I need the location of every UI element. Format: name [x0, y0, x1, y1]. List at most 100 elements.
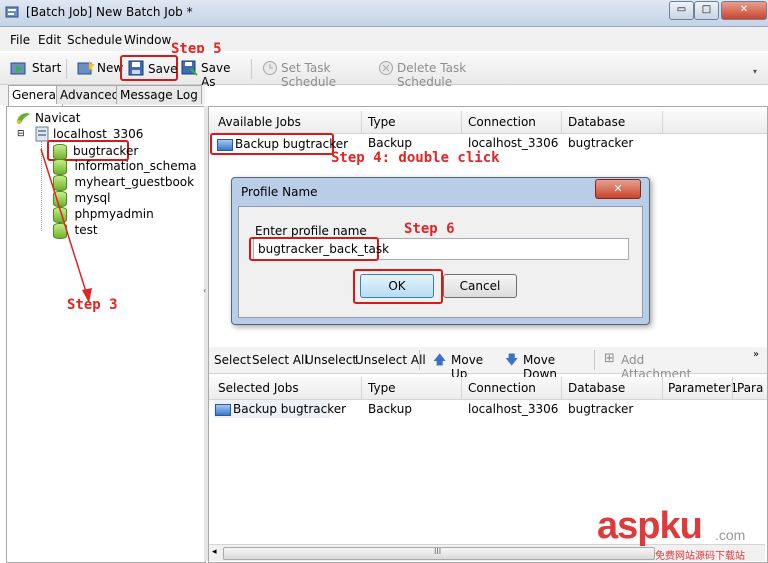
profile-name-value-highlight[interactable]: bugtracker_back_task: [249, 237, 389, 261]
header-connection[interactable]: Connection: [468, 115, 536, 129]
header-separator: [662, 377, 663, 399]
selected-jobs-header: Selected Jobs Type Connection Database P…: [209, 377, 767, 400]
menu-bar: File Edit Schedule Window: [0, 27, 768, 51]
save-icon: [128, 60, 144, 76]
step3-arrow: [40, 148, 92, 303]
toolbar-separator: [419, 350, 420, 370]
arrow-down-icon: 🡇: [505, 353, 519, 368]
header-parameter1[interactable]: Parameter1: [668, 381, 738, 395]
delete-clock-icon: [379, 61, 393, 75]
header-connection[interactable]: Connection: [468, 381, 536, 395]
menu-schedule[interactable]: Schedule: [67, 33, 122, 47]
selected-job-type: Backup: [368, 402, 412, 416]
dialog-close-button[interactable]: ✕: [595, 179, 641, 199]
toolbar-separator: [66, 59, 67, 79]
toolbar: Start New Save Save As Set Task Schedule…: [0, 53, 768, 89]
scroll-left-icon[interactable]: ◂: [212, 547, 217, 557]
aspku-watermark-logo: aspku .com 免费网站源码下载站: [597, 505, 767, 562]
menu-edit[interactable]: Edit: [38, 33, 61, 47]
step4-annotation: Step 4: double click: [331, 150, 500, 166]
batch-job-icon: [5, 6, 19, 18]
backup-job-icon: [217, 138, 233, 151]
header-separator: [561, 377, 562, 399]
delete-task-schedule-button[interactable]: Delete Task Schedule: [378, 59, 503, 89]
toolbar-separator: [251, 59, 252, 79]
close-button[interactable]: ✕: [721, 1, 767, 20]
tab-general[interactable]: General: [8, 85, 64, 106]
scroll-grip: III: [434, 547, 442, 556]
profile-name-label: Enter profile name: [255, 224, 367, 238]
splitter-arrow-icon: ‹: [203, 286, 207, 295]
ok-button[interactable]: OK: [360, 274, 434, 298]
header-type[interactable]: Type: [368, 381, 396, 395]
dialog-title: Profile Name: [241, 185, 318, 199]
header-database[interactable]: Database: [568, 115, 625, 129]
header-separator: [662, 111, 663, 133]
tree-root[interactable]: Navicat: [35, 111, 80, 125]
profile-name-value: bugtracker_back_task: [258, 242, 390, 256]
clock-icon: [263, 61, 277, 75]
header-separator: [461, 377, 462, 399]
batch-toolbar: Select Select All Unselect Unselect All …: [209, 347, 767, 381]
header-separator: [732, 377, 733, 399]
move-down-button[interactable]: 🡇 Move Down: [505, 351, 585, 381]
available-jobs-header: Available Jobs Type Connection Database: [209, 111, 767, 134]
new-button[interactable]: New: [77, 59, 123, 79]
tab-message-log[interactable]: Message Log: [116, 85, 202, 104]
collapse-icon[interactable]: ⊟: [17, 129, 25, 139]
available-job-connection: localhost_3306: [468, 136, 559, 150]
menu-window[interactable]: Window: [124, 33, 171, 47]
selected-job-database: bugtracker: [568, 402, 634, 416]
move-up-button[interactable]: 🡅 Move Up: [433, 351, 501, 381]
step3-annotation: Step 3: [67, 297, 118, 313]
tree-connection[interactable]: localhost_3306: [53, 127, 143, 141]
profile-name-dialog: Profile Name ✕ Enter profile name bugtra…: [231, 177, 650, 325]
header-separator: [461, 111, 462, 133]
navicat-icon: [17, 113, 30, 124]
selected-job-name: Backup bugtracker: [233, 402, 347, 416]
toolbar-overflow-icon[interactable]: ▾: [753, 67, 757, 76]
select-button[interactable]: Select: [214, 353, 251, 367]
watermark-tld: .com: [715, 527, 746, 543]
scroll-thumb[interactable]: III: [223, 547, 655, 560]
watermark-tagline: 免费网站源码下载站: [655, 551, 745, 562]
available-job-name: Backup bugtracker: [235, 137, 349, 151]
start-button[interactable]: Start: [10, 59, 61, 79]
backup-job-icon: [215, 403, 231, 416]
toolbar-overflow-icon[interactable]: »: [753, 349, 759, 360]
job-lists-pane: Available Jobs Type Connection Database …: [208, 106, 768, 563]
arrow-up-icon: 🡅: [433, 353, 447, 368]
header-parameter2[interactable]: Para: [737, 381, 763, 395]
add-attachment-button[interactable]: ⊞ Add Attachment: [604, 351, 704, 381]
server-icon: [35, 126, 49, 142]
header-available-jobs[interactable]: Available Jobs: [218, 115, 301, 129]
unselect-button[interactable]: Unselect: [305, 353, 357, 367]
save-button[interactable]: Save: [120, 55, 178, 81]
watermark-brand: aspku: [597, 505, 703, 547]
set-task-schedule-button[interactable]: Set Task Schedule: [262, 59, 372, 89]
header-type[interactable]: Type: [368, 115, 396, 129]
cancel-button[interactable]: Cancel: [443, 274, 517, 298]
title-bar: [Batch Job] New Batch Job * ▭ □ ✕: [0, 0, 768, 27]
selected-job-name-cell[interactable]: Backup bugtracker: [214, 400, 346, 418]
header-selected-jobs[interactable]: Selected Jobs: [218, 381, 299, 395]
header-database[interactable]: Database: [568, 381, 625, 395]
unselect-all-button[interactable]: Unselect All: [355, 353, 426, 367]
header-separator: [561, 111, 562, 133]
menu-file[interactable]: File: [10, 33, 30, 47]
minimize-button[interactable]: ▭: [669, 1, 694, 20]
selected-job-connection: localhost_3306: [468, 402, 559, 416]
save-as-icon: [181, 60, 198, 76]
save-as-button[interactable]: Save As: [181, 59, 243, 89]
start-icon: [10, 62, 26, 75]
attachment-icon: ⊞: [604, 351, 615, 366]
connection-tree: Navicat ⊟ localhost_3306 bugtracker info…: [6, 106, 206, 563]
maximize-button[interactable]: □: [694, 1, 719, 20]
selected-job-row[interactable]: Backup bugtracker Backup localhost_3306 …: [209, 399, 767, 419]
select-all-button[interactable]: Select All: [252, 353, 308, 367]
window-title: [Batch Job] New Batch Job *: [26, 5, 193, 19]
header-separator: [361, 111, 362, 133]
available-job-type: Backup: [368, 136, 412, 150]
tab-advanced[interactable]: Advanced: [56, 85, 124, 104]
available-job-name-cell[interactable]: Backup bugtracker: [210, 133, 348, 155]
